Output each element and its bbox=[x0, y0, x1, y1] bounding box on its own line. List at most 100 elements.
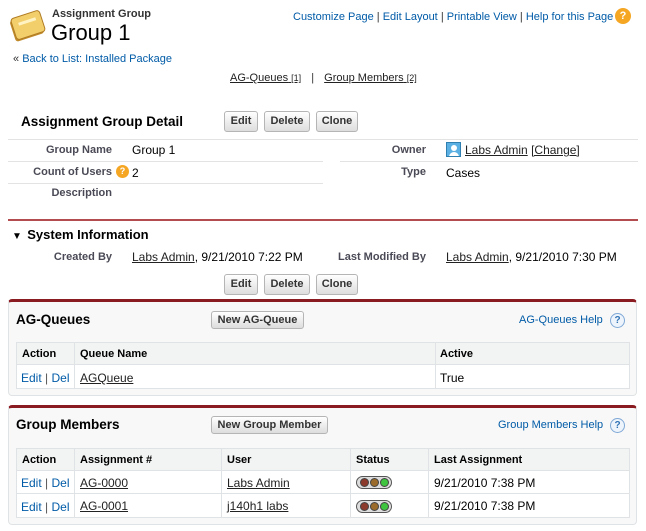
edit-link[interactable]: Edit bbox=[21, 500, 42, 514]
active-cell: True bbox=[440, 371, 465, 385]
edit-link[interactable]: Edit bbox=[21, 371, 42, 385]
owner-avatar bbox=[446, 142, 461, 157]
divider bbox=[8, 161, 323, 162]
user-cell: Labs Admin bbox=[227, 476, 290, 490]
status-green-light bbox=[379, 478, 389, 487]
del-link[interactable]: Del bbox=[52, 476, 70, 490]
back-to-list-link[interactable]: Back to List: Installed Package bbox=[22, 53, 172, 65]
last-modified-value: Labs Admin, 9/21/2010 7:30 PM bbox=[446, 250, 617, 264]
row-actions: Edit | Del bbox=[21, 476, 70, 490]
status-amber-light bbox=[369, 502, 379, 511]
queue-name-link[interactable]: AGQueue bbox=[80, 371, 133, 385]
group-name-value: Group 1 bbox=[132, 143, 176, 157]
object-label: Assignment Group bbox=[52, 8, 152, 20]
col-user: User bbox=[227, 454, 252, 466]
row-actions: Edit | Del bbox=[21, 500, 70, 514]
user-link[interactable]: Labs Admin bbox=[227, 476, 290, 490]
group-name-label: Group Name bbox=[45, 144, 112, 156]
status-traffic-light-icon bbox=[356, 476, 392, 489]
created-by-user-link[interactable]: Labs Admin bbox=[132, 250, 195, 264]
related-link-group-members[interactable]: Group Members [2] bbox=[324, 72, 417, 84]
ag-queues-title: AG-Queues bbox=[16, 312, 91, 327]
row-actions: Edit | Del bbox=[21, 371, 70, 385]
edit-button-bottom[interactable]: Edit bbox=[224, 274, 258, 295]
col-separator bbox=[350, 471, 351, 518]
divider bbox=[8, 139, 638, 140]
divider bbox=[8, 183, 323, 184]
status-amber-light bbox=[369, 478, 379, 487]
col-status: Status bbox=[356, 454, 390, 466]
delete-button[interactable]: Delete bbox=[264, 111, 310, 132]
related-link-ag-queues[interactable]: AG-Queues [1] bbox=[230, 72, 301, 84]
owner-value: Labs Admin [Change] bbox=[465, 143, 580, 157]
user-link[interactable]: j140h1 labs bbox=[227, 499, 288, 513]
count-of-users-label: Count of Users bbox=[33, 166, 112, 178]
user-cell: j140h1 labs bbox=[227, 499, 288, 513]
del-link[interactable]: Del bbox=[52, 500, 70, 514]
status-traffic-light-icon bbox=[356, 500, 392, 513]
system-info-header[interactable]: ▼ System Information bbox=[12, 227, 149, 242]
assignment-link[interactable]: AG-0000 bbox=[80, 476, 128, 490]
col-last-assignment: Last Assignment bbox=[434, 454, 523, 466]
last-modified-user-link[interactable]: Labs Admin bbox=[446, 250, 509, 264]
col-action: Action bbox=[22, 348, 57, 360]
del-link[interactable]: Del bbox=[52, 371, 70, 385]
col-separator bbox=[435, 365, 436, 389]
col-action: Action bbox=[22, 454, 57, 466]
help-icon[interactable]: ? bbox=[615, 8, 631, 24]
ag-queues-help-link[interactable]: AG-Queues Help bbox=[519, 314, 603, 326]
count-of-users-value: 2 bbox=[132, 166, 139, 180]
created-by-date: , 9/21/2010 7:22 PM bbox=[194, 250, 303, 264]
description-label: Description bbox=[51, 187, 112, 199]
group-members-help-icon[interactable]: ? bbox=[610, 418, 625, 433]
header-icon bbox=[10, 8, 46, 42]
col-active: Active bbox=[440, 348, 474, 360]
customize-page-link[interactable]: Customize Page bbox=[293, 11, 374, 23]
status-green-light bbox=[379, 502, 389, 511]
col-separator bbox=[221, 471, 222, 518]
back-arrow-icon: « bbox=[13, 53, 20, 65]
help-for-this-page-link[interactable]: Help for this Page bbox=[526, 11, 613, 23]
delete-button-bottom[interactable]: Delete bbox=[264, 274, 310, 295]
edit-link[interactable]: Edit bbox=[21, 476, 42, 490]
col-separator bbox=[74, 471, 75, 518]
system-info-title: System Information bbox=[27, 227, 149, 242]
col-separator bbox=[74, 365, 75, 389]
detail-section-title: Assignment Group Detail bbox=[21, 114, 184, 129]
created-by-value: Labs Admin, 9/21/2010 7:22 PM bbox=[132, 250, 303, 264]
edit-button[interactable]: Edit bbox=[224, 111, 258, 132]
owner-change-link[interactable]: [Change] bbox=[531, 143, 580, 157]
divider bbox=[340, 161, 638, 162]
group-members-help-link[interactable]: Group Members Help bbox=[498, 419, 603, 431]
assignment-cell: AG-0001 bbox=[80, 499, 128, 513]
count-help-icon[interactable]: ? bbox=[116, 165, 129, 178]
last-assignment-cell: 9/21/2010 7:38 PM bbox=[434, 476, 536, 490]
back-to-list[interactable]: « Back to List: Installed Package bbox=[13, 53, 172, 65]
last-assignment-cell: 9/21/2010 7:38 PM bbox=[434, 499, 536, 513]
col-assignment-number: Assignment # bbox=[80, 454, 153, 466]
status-red-light bbox=[359, 478, 369, 487]
col-queue-name: Queue Name bbox=[80, 348, 148, 360]
owner-label: Owner bbox=[391, 144, 426, 156]
status-red-light bbox=[359, 502, 369, 511]
ag-queues-help-icon[interactable]: ? bbox=[610, 313, 625, 328]
new-group-member-button[interactable]: New Group Member bbox=[211, 416, 328, 434]
queue-name-cell: AGQueue bbox=[80, 371, 133, 385]
last-modified-label: Last Modified By bbox=[337, 251, 426, 263]
created-by-label: Created By bbox=[53, 251, 112, 263]
col-separator bbox=[428, 471, 429, 518]
owner-link[interactable]: Labs Admin bbox=[465, 143, 528, 157]
collapse-triangle-icon[interactable]: ▼ bbox=[12, 231, 22, 242]
clone-button[interactable]: Clone bbox=[316, 111, 358, 132]
top-links: Customize Page | Edit Layout | Printable… bbox=[293, 11, 614, 23]
edit-layout-link[interactable]: Edit Layout bbox=[383, 11, 438, 23]
related-list-links: AG-Queues [1] | Group Members [2] bbox=[230, 72, 417, 84]
printable-view-link[interactable]: Printable View bbox=[447, 11, 517, 23]
last-modified-date: , 9/21/2010 7:30 PM bbox=[508, 250, 617, 264]
group-members-title: Group Members bbox=[16, 417, 120, 432]
new-ag-queue-button[interactable]: New AG-Queue bbox=[211, 311, 304, 329]
clone-button-bottom[interactable]: Clone bbox=[316, 274, 358, 295]
type-value: Cases bbox=[446, 166, 481, 180]
assignment-cell: AG-0000 bbox=[80, 476, 128, 490]
assignment-link[interactable]: AG-0001 bbox=[80, 499, 128, 513]
